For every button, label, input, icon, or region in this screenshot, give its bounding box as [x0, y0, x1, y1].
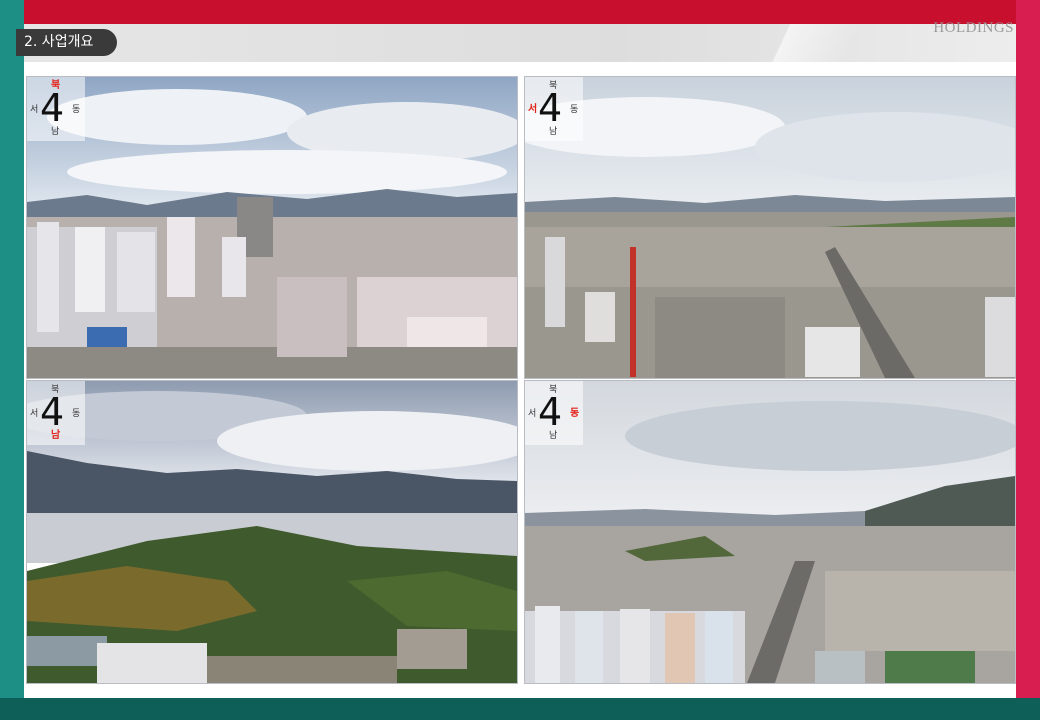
frame-right-bar: [1016, 0, 1040, 720]
aerial-photo-west: [525, 77, 1015, 378]
aerial-photo-south: [27, 381, 517, 683]
compass-east-label: 동: [570, 105, 579, 115]
compass-digit: 4: [538, 390, 563, 434]
aerial-photo-east: [525, 381, 1015, 683]
compass-indicator: 북 서 동 남 4: [525, 381, 583, 445]
header-band: [24, 24, 1016, 62]
compass-indicator: 북 서 동 남 4: [525, 77, 583, 141]
photo-panel-north: 북 서 동 남 4: [26, 76, 518, 379]
section-title: 2. 사업개요: [16, 29, 118, 56]
frame-left-bar: [0, 0, 24, 720]
compass-west-label: 서: [30, 409, 39, 419]
compass-indicator: 북 서 동 남 4: [27, 381, 85, 445]
compass-east-label: 동: [72, 409, 81, 419]
frame-top-bar: [0, 0, 1040, 24]
frame-bottom-bar: [0, 698, 1040, 720]
compass-digit: 4: [40, 390, 65, 434]
compass-digit: 4: [538, 86, 563, 130]
compass-digit: 4: [40, 86, 65, 130]
photo-panel-east: 북 서 동 남 4: [524, 380, 1016, 684]
compass-east-label: 동: [72, 105, 81, 115]
photo-panel-west: 북 서 동 남 4: [524, 76, 1016, 379]
compass-indicator: 북 서 동 남 4: [27, 77, 85, 141]
compass-west-label: 서: [528, 104, 538, 115]
aerial-photo-north: [27, 77, 517, 378]
photo-panel-south: 북 서 동 남 4: [26, 380, 518, 684]
brand-logo-text: HOLDINGS: [933, 20, 1014, 36]
compass-west-label: 서: [528, 409, 537, 419]
compass-east-label: 동: [570, 408, 580, 419]
compass-west-label: 서: [30, 105, 39, 115]
